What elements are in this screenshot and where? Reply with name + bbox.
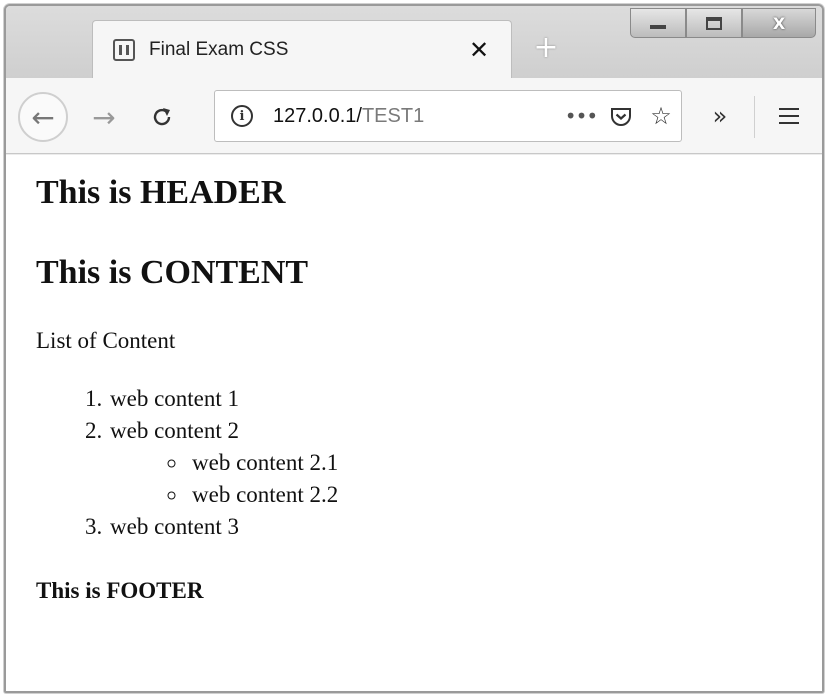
nested-list-item: web content 2.2	[188, 479, 822, 511]
page-footer: This is FOOTER	[36, 578, 204, 603]
page-header: This is HEADER	[36, 174, 286, 211]
content-list: web content 1 web content 2 web content …	[36, 383, 822, 543]
nested-list: web content 2.1 web content 2.2	[110, 447, 822, 511]
list-label: List of Content	[36, 328, 176, 353]
navigation-toolbar: ← → i 127.0.0.1/TEST1 ••• ☆ »	[6, 78, 822, 154]
url-host: 127.0.0.1/	[273, 104, 362, 127]
close-tab-icon[interactable]: ✕	[459, 38, 499, 62]
list-item: web content 3	[108, 511, 822, 543]
title-bar: Final Exam CSS ✕ + X	[6, 6, 822, 78]
url-path: TEST1	[361, 104, 425, 127]
nested-list-item-label: web content 2.2	[192, 482, 339, 507]
hamburger-menu-icon[interactable]	[766, 96, 812, 136]
maximize-button[interactable]	[686, 8, 742, 38]
maximize-icon	[706, 16, 722, 30]
browser-window: Final Exam CSS ✕ + X ← → i 127.0.0.1/TES…	[4, 4, 824, 693]
list-item-label: web content 1	[110, 386, 240, 411]
forward-button[interactable]: →	[82, 92, 126, 142]
back-button[interactable]: ←	[18, 92, 68, 142]
new-tab-button[interactable]: +	[524, 28, 568, 68]
address-bar[interactable]: i 127.0.0.1/TEST1 ••• ☆	[214, 90, 682, 142]
window-controls: X	[630, 8, 816, 40]
bookmark-star-icon[interactable]: ☆	[641, 102, 681, 130]
nested-list-item: web content 2.1	[188, 447, 822, 479]
close-window-button[interactable]: X	[742, 8, 816, 38]
toolbar-overflow-icon[interactable]: »	[698, 96, 742, 136]
list-item-label: web content 3	[110, 514, 240, 539]
minimize-button[interactable]	[630, 8, 686, 38]
favicon-icon	[113, 38, 135, 61]
tab-final-exam-css[interactable]: Final Exam CSS ✕	[92, 20, 512, 78]
info-icon[interactable]: i	[231, 105, 253, 127]
list-item: web content 1	[108, 383, 822, 415]
content-title: This is CONTENT	[36, 254, 309, 291]
page-actions-more-icon[interactable]: •••	[561, 104, 601, 128]
list-item-label: web content 2	[110, 418, 240, 443]
list-item: web content 2 web content 2.1 web conten…	[108, 415, 822, 511]
url-text[interactable]: 127.0.0.1/TEST1	[273, 105, 561, 128]
reload-button[interactable]	[140, 92, 184, 142]
toolbar-separator	[754, 96, 755, 138]
nested-list-item-label: web content 2.1	[192, 450, 339, 475]
reload-icon	[153, 108, 171, 126]
minimize-icon	[650, 25, 666, 29]
pocket-icon[interactable]	[601, 102, 641, 130]
page-viewport: This is HEADER This is CONTENT List of C…	[6, 155, 822, 691]
tab-title: Final Exam CSS	[149, 38, 289, 60]
